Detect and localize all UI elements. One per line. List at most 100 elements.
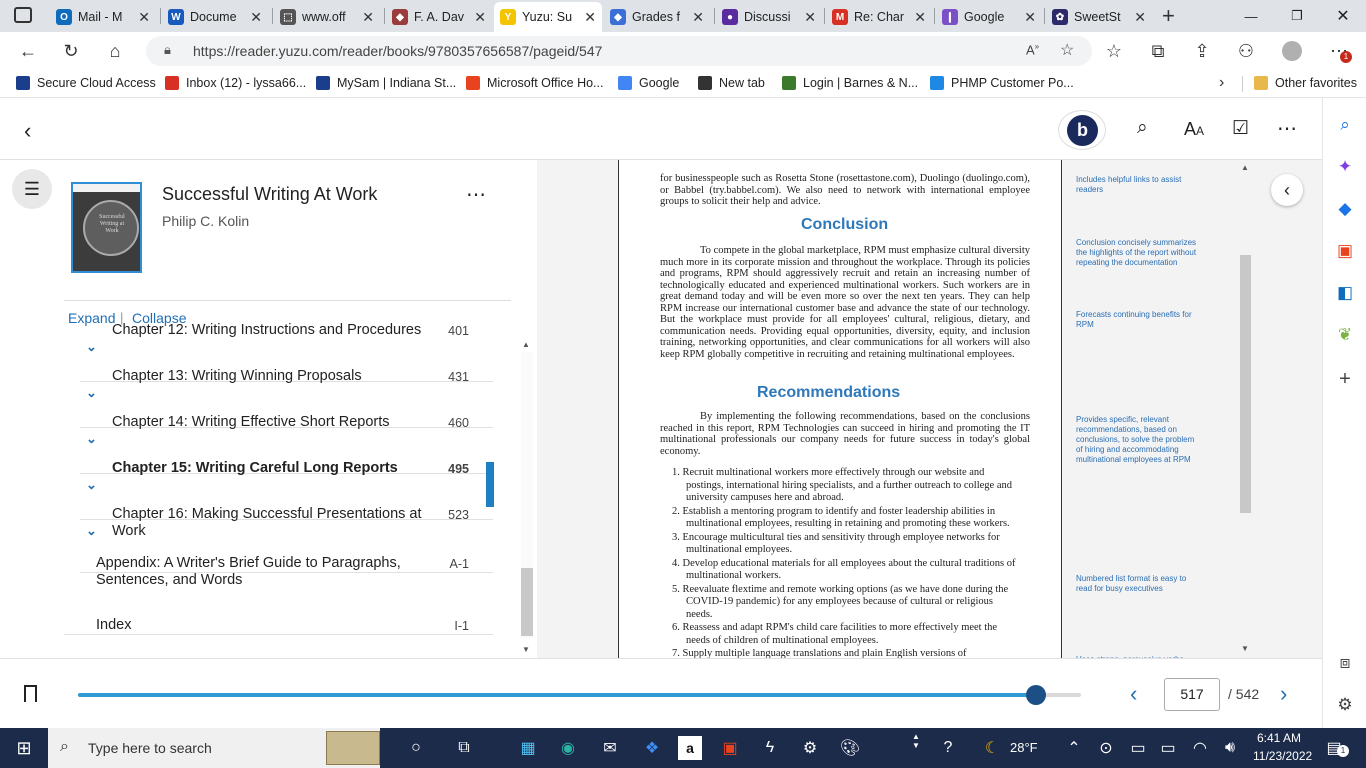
meet-now-icon[interactable]: ⊙ <box>1094 736 1118 760</box>
reader-search-icon[interactable]: ⌕ <box>1137 117 1148 139</box>
read-aloud-icon[interactable]: A» <box>1026 42 1039 57</box>
tab-close-icon[interactable]: ✕ <box>1024 9 1036 26</box>
outlook-icon[interactable]: ◧ <box>1334 282 1356 304</box>
back-icon[interactable]: ← <box>15 38 41 64</box>
paint-icon[interactable]: 🎨︎ <box>838 736 862 760</box>
expand-link[interactable]: Expand <box>68 310 115 326</box>
more-options-icon[interactable]: ⋯ <box>1277 116 1297 141</box>
bookmark-item[interactable]: MySam | Indiana St... <box>316 76 456 90</box>
page-number-input[interactable]: 517 <box>1164 678 1220 711</box>
tab-close-icon[interactable]: ✕ <box>362 9 374 26</box>
next-page-icon[interactable]: › <box>1280 681 1287 707</box>
mail-taskbar-icon[interactable]: ✉ <box>598 736 622 760</box>
share-icon[interactable]: ⇪ <box>1189 38 1215 64</box>
chevron-down-icon[interactable]: ⌄ <box>86 385 97 401</box>
tab-close-icon[interactable]: ✕ <box>804 9 816 26</box>
favorites-icon[interactable]: ☆ <box>1101 38 1127 64</box>
browser-tab[interactable]: W Docume ✕ <box>162 2 268 32</box>
browser-tab[interactable]: ✿ SweetSt ✕ <box>1046 2 1152 32</box>
page-scrollbar-thumb[interactable] <box>1240 255 1251 513</box>
bookmark-item[interactable]: Login | Barnes & N... <box>782 76 918 90</box>
clock-date[interactable]: 11/23/2022 <box>1253 749 1312 763</box>
tab-actions-icon[interactable] <box>14 7 32 23</box>
page-scroll-up-icon[interactable]: ▲ <box>1241 163 1249 172</box>
close-window-button[interactable]: ✕ <box>1320 0 1366 32</box>
search-icon[interactable]: ⌕ <box>1334 114 1356 136</box>
settings-taskbar-icon[interactable]: ⚙ <box>798 736 822 760</box>
add-favorite-icon[interactable]: ☆ <box>1060 40 1074 60</box>
bookmark-item[interactable]: New tab <box>698 76 765 90</box>
windows-start-icon[interactable]: ⊞ <box>12 736 36 760</box>
shopping-tag-icon[interactable]: ◆ <box>1334 198 1356 220</box>
notes-checklist-icon[interactable]: ☑ <box>1232 117 1249 140</box>
amazon-icon[interactable]: a <box>678 736 702 760</box>
progress-handle[interactable] <box>1025 685 1046 705</box>
browser-tab[interactable]: ◆ F. A. Dav ✕ <box>386 2 492 32</box>
add-sidebar-icon[interactable]: + <box>1334 368 1356 390</box>
office-icon[interactable]: ▣ <box>1334 240 1356 262</box>
volume-icon[interactable]: 🔊︎ <box>1218 736 1242 760</box>
games-icon[interactable]: ❦ <box>1334 324 1356 346</box>
previous-page-icon[interactable]: ‹ <box>1130 681 1137 707</box>
other-favorites[interactable]: Other favorites <box>1254 76 1357 90</box>
chevron-down-icon[interactable]: ⌄ <box>86 477 97 493</box>
tab-close-icon[interactable]: ✕ <box>250 9 262 26</box>
refresh-icon[interactable]: ↻ <box>58 38 84 64</box>
new-tab-button[interactable]: + <box>1162 3 1175 29</box>
collapse-panel-button[interactable]: ‹ <box>1271 174 1303 206</box>
minimize-button[interactable]: — <box>1228 0 1274 32</box>
clock-time[interactable]: 6:41 AM <box>1257 731 1301 745</box>
split-screen-icon[interactable]: ⧈ <box>1334 652 1356 674</box>
office-taskbar-icon[interactable]: ▣ <box>718 736 742 760</box>
browser-tab[interactable]: M Re: Char ✕ <box>826 2 932 32</box>
browser-tab[interactable]: O Mail - M ✕ <box>50 2 156 32</box>
book-more-icon[interactable]: ⋯ <box>466 182 486 207</box>
bookmark-item[interactable]: Google <box>618 76 679 90</box>
discover-icon[interactable]: ✦ <box>1334 156 1356 178</box>
sidebar-settings-icon[interactable]: ⚙ <box>1334 694 1356 716</box>
toc-menu-button[interactable]: ☰ <box>12 169 52 209</box>
toc-scrollbar-thumb[interactable] <box>521 568 533 636</box>
text-size-icon[interactable]: AA <box>1184 119 1204 140</box>
tab-close-icon[interactable]: ✕ <box>584 9 596 26</box>
toc-scroll-down-icon[interactable]: ▼ <box>522 645 530 654</box>
bookmark-icon[interactable] <box>24 685 37 702</box>
tab-close-icon[interactable]: ✕ <box>914 9 926 26</box>
reader-back-icon[interactable]: ‹ <box>24 118 31 144</box>
tab-close-icon[interactable]: ✕ <box>1134 9 1146 26</box>
extensions-icon[interactable]: ⚇ <box>1233 38 1259 64</box>
chevron-down-icon[interactable]: ⌄ <box>86 339 97 355</box>
help-icon[interactable]: ? <box>936 736 960 760</box>
lightning-app-icon[interactable]: ϟ <box>758 736 782 760</box>
lock-icon[interactable]: 🔒︎ <box>164 42 171 58</box>
weather-temp[interactable]: 28°F <box>1010 740 1038 755</box>
profile-avatar[interactable] <box>1282 41 1302 61</box>
tab-close-icon[interactable]: ✕ <box>138 9 150 26</box>
browser-tab[interactable]: ◆ Grades f ✕ <box>604 2 710 32</box>
more-bookmarks-chevron-icon[interactable]: › <box>1219 74 1224 92</box>
scroll-chevron-icon[interactable]: ▲ ▼ <box>912 732 920 750</box>
wifi-icon[interactable]: ◠ <box>1188 736 1212 760</box>
user-avatar[interactable]: b <box>1058 110 1106 150</box>
toc-scroll-up-icon[interactable]: ▲ <box>522 340 530 349</box>
progress-track[interactable] <box>78 685 1081 705</box>
bookmark-item[interactable]: Inbox (12) - lyssa66... <box>165 76 306 90</box>
page-scroll-down-icon[interactable]: ▼ <box>1241 644 1249 653</box>
bookmark-item[interactable]: PHMP Customer Po... <box>930 76 1074 90</box>
chevron-down-icon[interactable]: ⌄ <box>86 523 97 539</box>
bookmark-item[interactable]: Microsoft Office Ho... <box>466 76 603 90</box>
cortana-icon[interactable]: ○ <box>404 736 428 760</box>
dropbox-icon[interactable]: ❖ <box>640 736 664 760</box>
task-view-icon[interactable]: ⧉ <box>452 736 476 760</box>
maximize-button[interactable]: ❐ <box>1274 0 1320 32</box>
battery-icon[interactable]: ▭ <box>1156 736 1180 760</box>
url-bar[interactable]: 🔒︎ https://reader.yuzu.com/reader/books/… <box>146 36 1092 66</box>
tab-close-icon[interactable]: ✕ <box>692 9 704 26</box>
show-hidden-icons[interactable]: ⌃ <box>1062 736 1086 760</box>
browser-tab[interactable]: ❙ Google ✕ <box>936 2 1042 32</box>
bookmark-item[interactable]: Secure Cloud Access <box>16 76 156 90</box>
weather-moon-icon[interactable]: ☾ <box>980 736 1004 760</box>
browser-tab[interactable]: ● Discussi ✕ <box>716 2 822 32</box>
taskbar-search-box[interactable]: ⌕ Type here to search <box>48 728 380 768</box>
display-icon[interactable]: ▭ <box>1126 736 1150 760</box>
